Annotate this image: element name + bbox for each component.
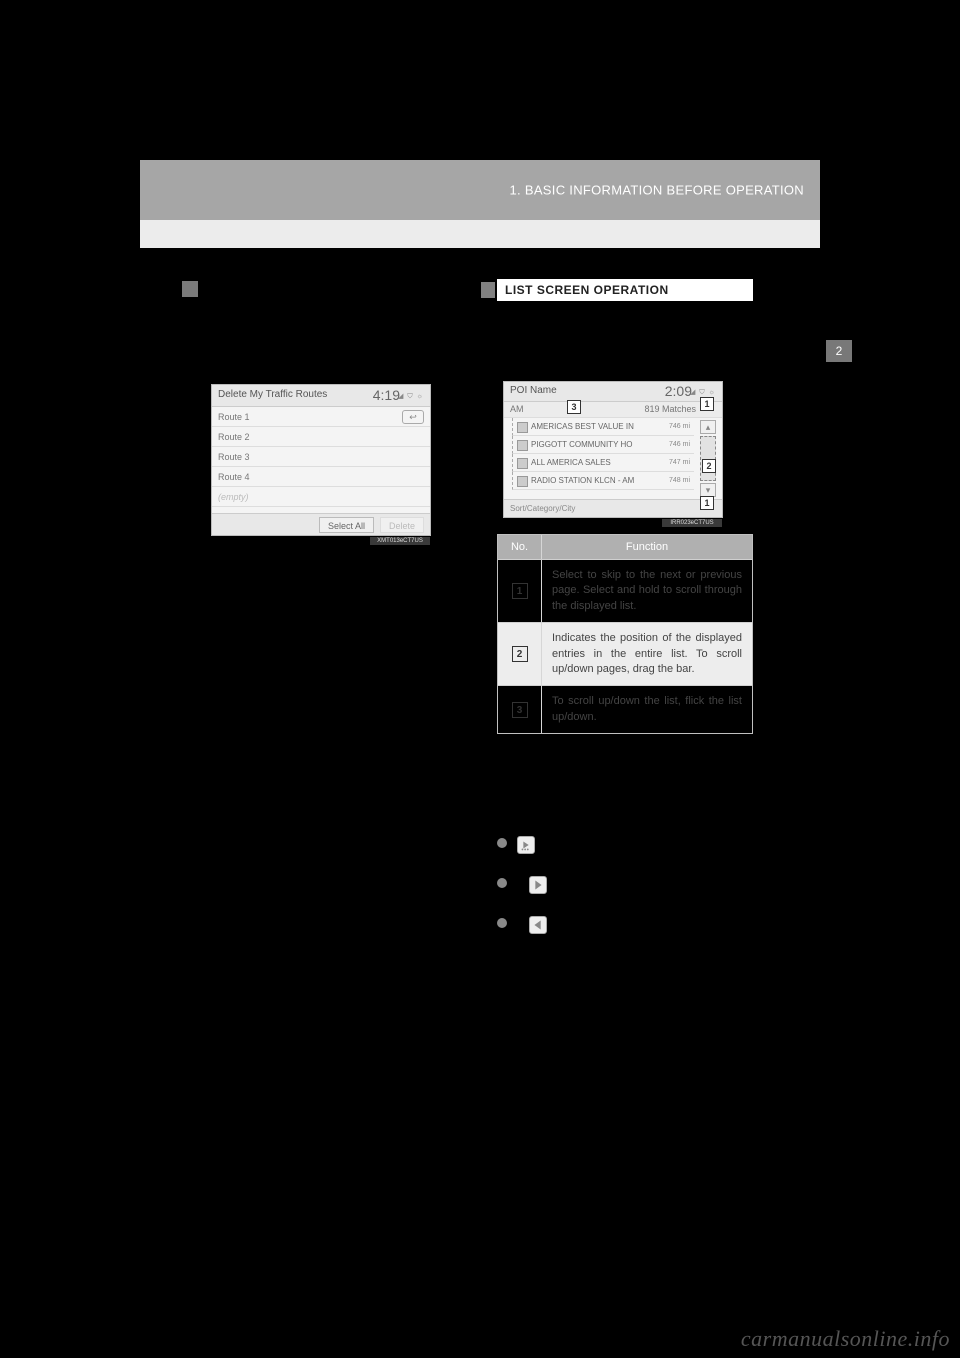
list-screen-heading: LIST SCREEN OPERATION [497, 279, 753, 301]
callout-1-top: 1 [700, 397, 714, 411]
bullet-icon [497, 918, 507, 928]
table-row: 1 Select to skip to the next or previous… [498, 559, 752, 622]
row-no: 2 [498, 623, 542, 685]
shot1-titlebar: Delete My Traffic Routes 4:19 ◢ ⛉ ☼ [212, 385, 430, 407]
table-row: 2 Indicates the position of the displaye… [498, 622, 752, 685]
list-item[interactable]: Route 1 ↩ [212, 407, 430, 427]
note-item [497, 876, 753, 898]
delete-button[interactable]: Delete [380, 517, 424, 533]
th-function: Function [542, 535, 752, 559]
poi-distance: 746 mi [669, 436, 690, 454]
shot2-code: IRR023eCT7US [662, 519, 722, 527]
poi-distance: 746 mi [669, 418, 690, 436]
note-item [497, 836, 753, 858]
square-marker-icon [182, 281, 198, 297]
left-section-marker [182, 280, 198, 298]
page-up-button[interactable]: ▴ [700, 420, 716, 434]
poi-row[interactable]: PIGGOTT COMMUNITY HO 746 mi [512, 436, 694, 454]
list-item-label: (empty) [218, 492, 249, 502]
table-header: No. Function [498, 535, 752, 559]
list-item-label: Route 2 [218, 432, 250, 442]
screenshot-delete-routes: Delete My Traffic Routes 4:19 ◢ ⛉ ☼ Rout… [211, 384, 431, 536]
list-item[interactable]: Route 2 [212, 427, 430, 447]
row-fn: Select to skip to the next or previous p… [542, 560, 752, 622]
icon-note-list [497, 836, 753, 956]
header-section-label: 1. BASIC INFORMATION BEFORE OPERATION [510, 183, 804, 198]
callout-2: 2 [702, 459, 716, 473]
poi-distance: 748 mi [669, 472, 690, 490]
play-icon [529, 876, 547, 894]
poi-label: AMERICAS BEST VALUE IN [531, 422, 634, 431]
bullet-icon [497, 878, 507, 888]
shot2-titlebar: POI Name 2:09 ◢ ⛉ ☼ [504, 382, 722, 402]
list-item-label: Route 3 [218, 452, 250, 462]
back-icon[interactable]: ↩ [402, 410, 424, 424]
list-item-empty: (empty) [212, 487, 430, 507]
shot1-status-icons: ◢ ⛉ ☼ [398, 392, 424, 401]
poi-row[interactable]: AMERICAS BEST VALUE IN 746 mi [512, 418, 694, 436]
shot2-subbar-left: AM [510, 404, 524, 414]
shot1-footer: Select All Delete [212, 513, 430, 535]
shot2-status-icons: ◢ ⛉ ☼ [690, 388, 716, 397]
poi-row[interactable]: RADIO STATION KLCN - AM 748 mi [512, 472, 694, 490]
shot1-code: XMT013eCT7US [370, 537, 430, 545]
poi-label: ALL AMERICA SALES [531, 458, 611, 467]
row-fn: To scroll up/down the list, flick the li… [542, 686, 752, 733]
poi-distance: 747 mi [669, 454, 690, 472]
watermark: carmanualsonline.info [741, 1326, 950, 1352]
num-3-icon: 3 [512, 702, 528, 718]
bullet-icon [497, 838, 507, 848]
poi-label: RADIO STATION KLCN - AM [531, 476, 634, 485]
page: 1. BASIC INFORMATION BEFORE OPERATION 2 … [0, 0, 960, 1358]
right-heading-wrap: LIST SCREEN OPERATION [497, 279, 753, 301]
select-all-button[interactable]: Select All [319, 517, 374, 533]
play-back-icon [529, 916, 547, 934]
shot2-matches: 819 Matches [644, 404, 696, 414]
row-fn: Indicates the position of the displayed … [542, 623, 752, 685]
shot2-subbar: AM 819 Matches [504, 402, 722, 418]
num-2-icon: 2 [512, 646, 528, 662]
shot2-footer[interactable]: Sort/Category/City [504, 499, 722, 517]
header-bar: 1. BASIC INFORMATION BEFORE OPERATION [140, 160, 820, 220]
list-item[interactable]: Route 4 [212, 467, 430, 487]
row-no: 3 [498, 686, 542, 733]
th-no: No. [498, 535, 542, 559]
chapter-tab: 2 [826, 340, 852, 362]
poi-row[interactable]: ALL AMERICA SALES 747 mi [512, 454, 694, 472]
subheader-bar [140, 220, 820, 248]
row-no: 1 [498, 560, 542, 622]
callout-3: 3 [567, 400, 581, 414]
list-item-label: Route 4 [218, 472, 250, 482]
poi-label: PIGGOTT COMMUNITY HO [531, 440, 632, 449]
arrow-small-icon [517, 836, 535, 854]
shot2-clock: 2:09 [665, 383, 692, 399]
function-table: No. Function 1 Select to skip to the nex… [497, 534, 753, 734]
list-item-label: Route 1 [218, 412, 250, 422]
screenshot-poi-list: POI Name 2:09 ◢ ⛉ ☼ AM 819 Matches AMERI… [503, 381, 723, 518]
note-item [497, 916, 753, 938]
shot1-title: Delete My Traffic Routes [218, 389, 327, 400]
callout-1-bottom: 1 [700, 496, 714, 510]
num-1-icon: 1 [512, 583, 528, 599]
page-down-button[interactable]: ▾ [700, 483, 716, 497]
shot1-clock: 4:19 [373, 387, 400, 403]
table-row: 3 To scroll up/down the list, flick the … [498, 685, 752, 733]
shot2-title: POI Name [510, 385, 557, 396]
heading-marker-icon [481, 282, 495, 298]
list-item[interactable]: Route 3 [212, 447, 430, 467]
